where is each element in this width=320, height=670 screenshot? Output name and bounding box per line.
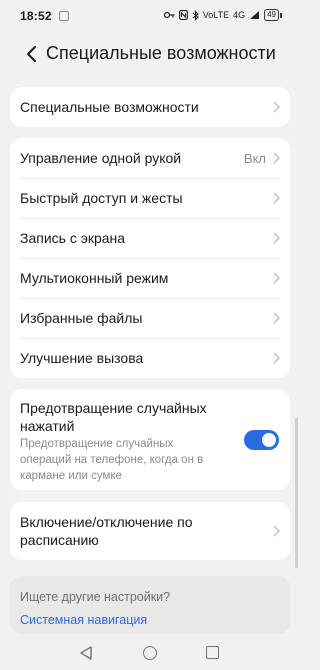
chevron-right-icon — [273, 525, 280, 537]
list-item-accessibility[interactable]: Специальные возможности — [10, 87, 290, 127]
battery-level: 49 — [264, 9, 279, 21]
battery-icon: 49 — [264, 9, 282, 21]
list-item-label: Мультиоконный режим — [20, 270, 169, 286]
notification-icon — [59, 11, 69, 21]
chevron-right-icon — [273, 192, 280, 204]
recents-square-icon[interactable] — [206, 646, 219, 659]
clock: 18:52 — [20, 9, 52, 23]
status-icons: VoLTE 4G 49 — [163, 9, 282, 21]
setting-description: Предотвращение случайных операций на тел… — [20, 438, 204, 482]
chevron-right-icon — [273, 352, 280, 364]
back-triangle-icon[interactable] — [79, 645, 93, 661]
list-item-screen-recording[interactable]: Запись с экрана — [10, 218, 290, 258]
nfc-icon — [178, 10, 188, 20]
toggle-knob — [262, 433, 276, 447]
bluetooth-icon — [192, 9, 199, 21]
list-item-favorite-files[interactable]: Избранные файлы — [10, 298, 290, 338]
scrollbar[interactable] — [295, 418, 298, 568]
system-nav-bar — [0, 636, 300, 670]
accessibility-card: Специальные возможности — [10, 87, 290, 127]
chevron-right-icon — [273, 101, 280, 113]
list-item-label: Улучшение вызова — [20, 350, 144, 366]
accidental-touch-toggle[interactable] — [244, 430, 279, 450]
chevron-right-icon — [273, 312, 280, 324]
list-item-shortcuts-gestures[interactable]: Быстрый доступ и жесты — [10, 178, 290, 218]
page-title: Специальные возможности — [46, 43, 276, 63]
chevron-right-icon — [273, 232, 280, 244]
list-item-label: Быстрый доступ и жесты — [20, 190, 183, 206]
list-item-label: Запись с экрана — [20, 230, 126, 246]
suggestions-question: Ищете другие настройки? — [20, 590, 171, 604]
status-value: Вкл — [243, 151, 266, 166]
schedule-card: Включение/отключение по расписанию — [10, 502, 290, 560]
setting-title: Предотвращение случайных нажатий — [20, 400, 207, 434]
suggestions-card: Ищете другие настройки? Системная навига… — [10, 576, 290, 634]
app-header: Специальные возможности — [0, 34, 300, 76]
chevron-right-icon — [273, 272, 280, 284]
list-item-label: Включение/отключение по расписанию — [20, 514, 193, 548]
home-circle-icon[interactable] — [143, 646, 157, 660]
list-item-label: Специальные возможности — [20, 99, 199, 115]
chevron-right-icon — [273, 152, 280, 164]
status-bar: 18:52 VoLTE 4G 49 — [0, 0, 300, 34]
list-item-multiwindow[interactable]: Мультиоконный режим — [10, 258, 290, 298]
list-item-call-enhancement[interactable]: Улучшение вызова — [10, 338, 290, 378]
list-item-scheduled-power[interactable]: Включение/отключение по расписанию — [10, 502, 290, 560]
list-item-one-hand[interactable]: Управление одной рукой Вкл — [10, 138, 290, 178]
accidental-touch-card: Предотвращение случайных нажатий Предотв… — [10, 389, 290, 490]
list-item-label: Избранные файлы — [20, 310, 143, 326]
network-type: 4G — [233, 10, 246, 20]
back-arrow-icon[interactable] — [20, 42, 44, 66]
alarm-icon — [163, 11, 175, 19]
signal-icon — [250, 11, 260, 19]
features-card: Управление одной рукой Вкл Быстрый досту… — [10, 138, 290, 378]
list-item-label: Управление одной рукой — [20, 150, 182, 166]
volte-icon: VoLTE — [202, 10, 230, 20]
system-navigation-link[interactable]: Системная навигация — [20, 613, 147, 627]
